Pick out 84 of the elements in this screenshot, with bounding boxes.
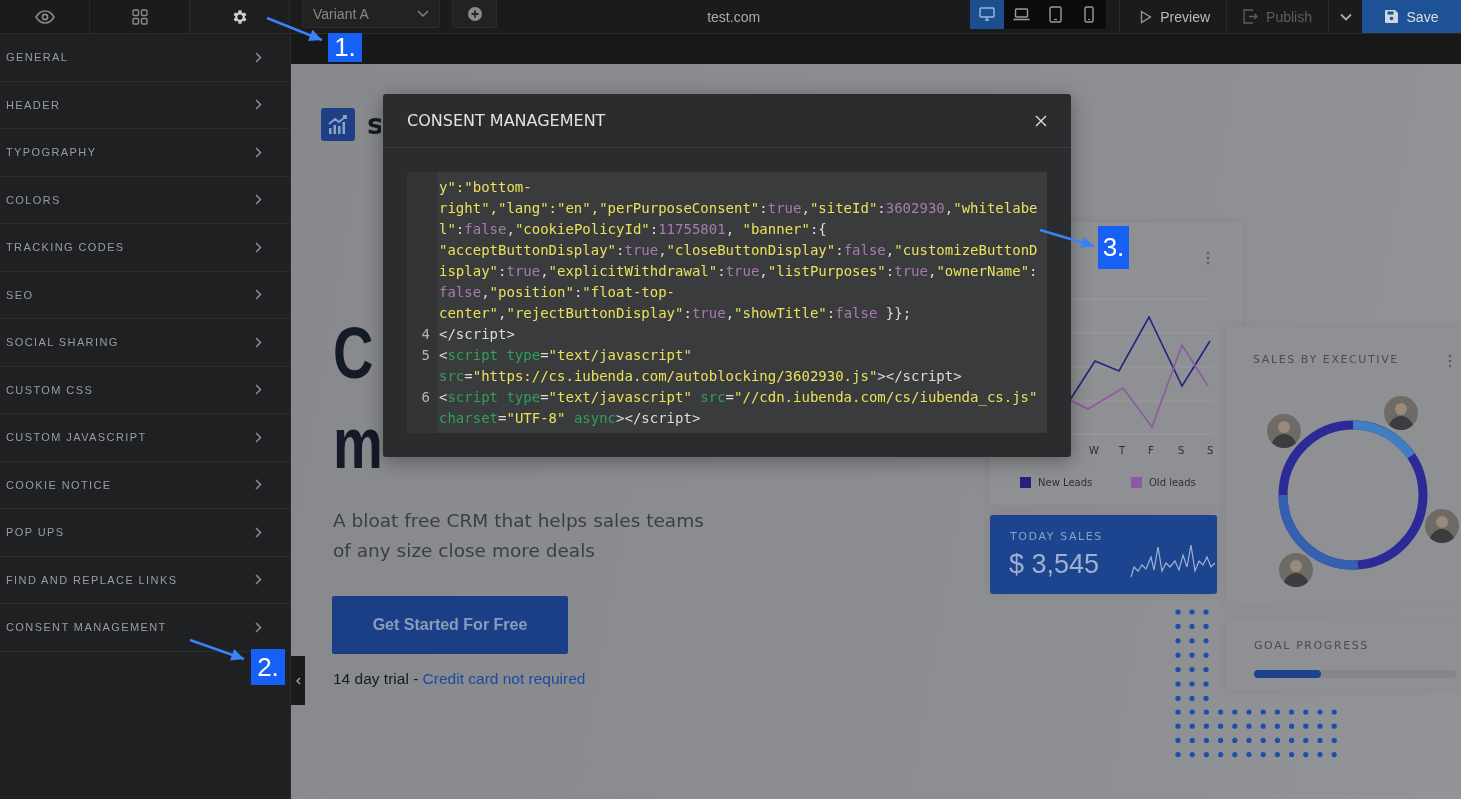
chevron-right-icon [255,431,262,443]
line-number: 4 [421,325,430,342]
settings-menu-item[interactable]: FIND AND REPLACE LINKS [0,556,290,604]
get-started-button[interactable]: Get Started For Free [332,596,568,654]
settings-menu-item[interactable]: COLORS [0,176,290,224]
line-number: 5 [421,346,430,363]
chevron-down-icon [1339,12,1352,21]
chevron-down-icon [417,10,429,17]
code-line: charset="UTF-8" async></script> [438,408,701,428]
settings-menu-item[interactable]: TRACKING CODES [0,224,290,272]
callout-number: 1. [328,33,362,62]
settings-menu-item[interactable]: CUSTOM CSS [0,366,290,414]
device-button[interactable] [970,0,1005,29]
settings-menu-item[interactable]: GENERAL [0,34,290,82]
collapse-handle[interactable] [291,656,305,705]
line-number: 6 [421,388,430,405]
headline: m [333,404,383,482]
site-domain: test.com [707,8,761,25]
axis-label: S [1178,445,1185,456]
axis-label: W [1089,445,1099,456]
code-line: "acceptButtonDisplay":true,"closeButtonDisplay":false,"customizeButtonD [438,240,1038,260]
code-line: src="https://cs.iubenda.com/autoblocking/3602930.js"></script> [438,366,962,386]
axis-label: F [1148,445,1154,456]
code-line: isplay":true,"explicitWithdrawal":true,"listPurposes":true,"ownerName": [438,261,1038,281]
exit-icon [1243,9,1259,24]
chevron-right-icon [255,479,262,491]
kebab-menu-icon [1206,251,1210,265]
axis-label: S [1207,445,1214,456]
chevron-right-icon [255,526,262,538]
code-line: center","rejectButtonDisplay":true,"showTitle":false }}; [438,303,912,323]
code-line: <script type="text/javascript" [438,345,692,365]
chevron-right-icon [255,384,262,396]
code-line: </script> [438,324,515,344]
settings-menu-item[interactable]: POP UPS [0,509,290,557]
legend-label: Old leads [1149,477,1196,488]
add-variant-button[interactable] [452,0,497,28]
chevron-right-icon [255,51,262,63]
card-title: TODAY SALES [1010,530,1103,543]
chevron-right-icon [255,336,262,348]
chevron-right-icon [255,146,262,158]
callout-number: 2. [251,649,285,685]
callout-number: 3. [1098,226,1129,269]
settings-menu-item[interactable]: SOCIAL SHARING [0,319,290,367]
axis-label: T [1119,445,1126,456]
save-button[interactable]: Save [1362,0,1461,33]
laptop-icon [1012,8,1030,21]
kebab-menu-icon [1448,354,1452,368]
chevron-right-icon [255,99,262,111]
phone-icon [1084,6,1095,23]
chevron-left-icon [295,676,301,685]
arrow [1039,228,1095,249]
settings-menu-item[interactable]: SEO [0,271,290,319]
hero-subtitle: A bloat free CRM that helps sales teams of any size close more deals [333,509,705,563]
grid-icon [131,8,148,25]
plus-circle-icon [467,6,482,21]
code-line: y":"bottom- [438,177,532,197]
card-title: GOAL PROGRESS [1254,639,1369,652]
chevron-right-icon [255,194,262,206]
code-line: <script type="text/javascript" src="//cdn.iubenda.com/cs/iubenda_cs.js" [438,387,1038,408]
chart-logo-icon [321,108,355,141]
chevron-right-icon [255,241,262,253]
trial-note: 14 day trial - Credit card not required [333,670,586,688]
modal-title: CONSENT MANAGEMENT [407,111,606,130]
play-icon [1140,9,1153,24]
code-line: l":false,"cookiePolicyId":11755801, "banner":{ [438,219,827,239]
sales-amount: $ 3,545 [1009,549,1100,580]
code-line: right","lang":"en","perPurposeConsent":true,"siteId":3602930,"whitelabe [438,198,1038,218]
legend-label: New Leads [1038,477,1093,488]
chevron-right-icon [255,621,262,633]
settings-menu-item[interactable]: CUSTOM JAVASCRIPT [0,414,290,462]
settings-menu-item[interactable]: COOKIE NOTICE [0,461,290,509]
settings-menu-item[interactable]: HEADER [0,81,290,129]
arrow [189,638,245,661]
eye-icon [34,9,55,24]
settings-menu-item[interactable]: TYPOGRAPHY [0,129,290,177]
variant-select[interactable]: Variant A [302,0,440,28]
code-line: false,"position":"float-top- [438,282,676,302]
headline: C [333,314,374,392]
desktop-icon [979,7,996,22]
chevron-right-icon [255,574,262,586]
close-icon [1035,114,1047,127]
chevron-right-icon [255,289,262,301]
tablet-icon [1048,6,1062,23]
card-title: SALES BY EXECUTIVE [1253,353,1399,366]
